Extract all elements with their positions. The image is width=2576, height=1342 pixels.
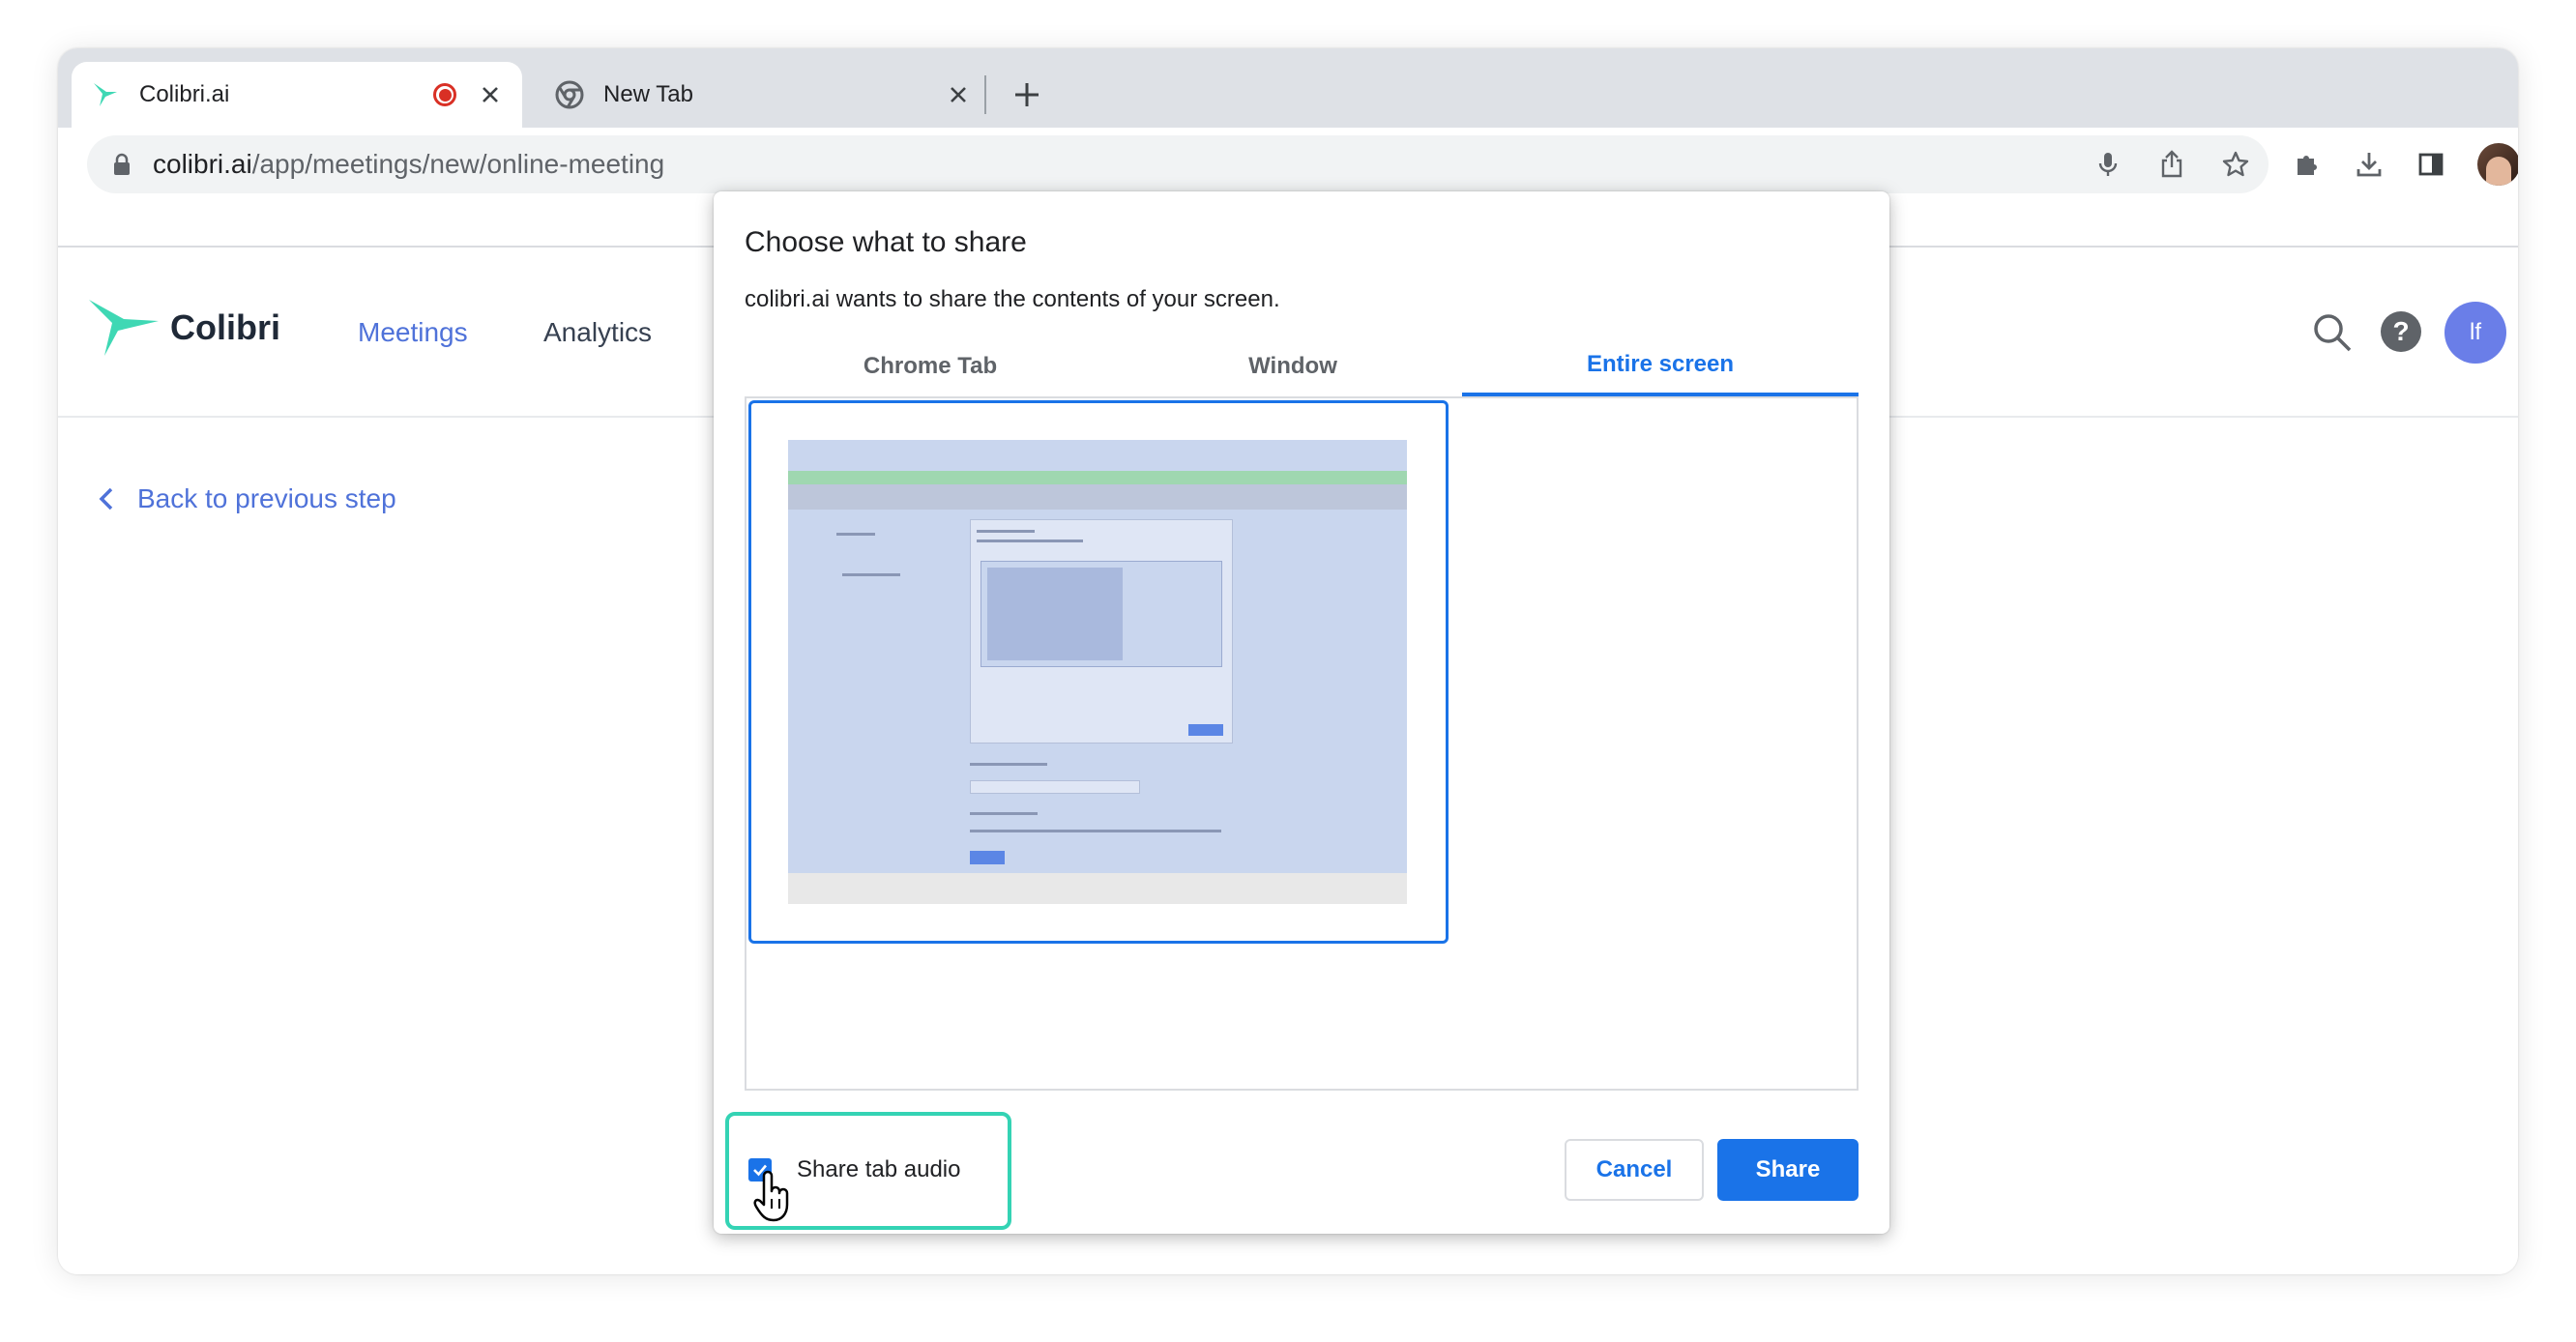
bookmark-star-icon[interactable]	[2220, 149, 2251, 180]
nav-analytics[interactable]: Analytics	[543, 317, 652, 348]
hummingbird-icon	[91, 80, 120, 109]
nav-meetings[interactable]: Meetings	[358, 317, 468, 348]
entire-screen-thumbnail[interactable]	[748, 400, 1449, 944]
share-screen-dialog: Choose what to share colibri.ai wants to…	[714, 191, 1889, 1234]
side-panel-icon[interactable]	[2415, 149, 2446, 180]
tab-window[interactable]: Window	[1116, 336, 1470, 396]
share-button[interactable]: Share	[1717, 1139, 1859, 1201]
tab-chrome-tab[interactable]: Chrome Tab	[745, 336, 1116, 396]
tab-entire-screen[interactable]: Entire screen	[1462, 336, 1859, 396]
dialog-subtitle: colibri.ai wants to share the contents o…	[745, 286, 1280, 312]
browser-tab-colibri[interactable]: Colibri.ai	[72, 62, 522, 128]
help-icon[interactable]: ?	[2381, 311, 2421, 352]
browser-tab-new-tab[interactable]: New Tab	[536, 62, 990, 128]
close-tab-icon[interactable]	[476, 80, 505, 109]
microphone-icon[interactable]	[2093, 149, 2123, 180]
back-to-previous-step-link[interactable]: Back to previous step	[97, 483, 396, 514]
plus-icon	[1015, 83, 1039, 106]
back-link-label: Back to previous step	[137, 483, 396, 513]
share-source-tabs: Chrome Tab Window Entire screen	[745, 336, 1859, 396]
screen-preview-image	[788, 440, 1407, 873]
chevron-left-icon	[97, 485, 124, 512]
search-icon[interactable]	[2311, 311, 2354, 359]
share-page-icon[interactable]	[2156, 149, 2187, 180]
user-avatar[interactable]: lf	[2444, 302, 2506, 364]
hummingbird-icon	[89, 300, 159, 356]
screen-source-list	[745, 396, 1859, 1091]
tab-title: New Tab	[603, 81, 693, 107]
close-tab-icon[interactable]	[944, 80, 973, 109]
dialog-title: Choose what to share	[745, 226, 1027, 258]
lock-icon[interactable]	[110, 153, 133, 176]
tab-title: Colibri.ai	[139, 81, 230, 107]
extensions-puzzle-icon[interactable]	[2292, 149, 2323, 180]
address-bar[interactable]: colibri.ai/app/meetings/new/online-meeti…	[87, 135, 2269, 193]
recording-icon	[433, 83, 456, 106]
tab-separator	[984, 75, 986, 114]
chrome-icon	[555, 80, 584, 109]
share-tab-audio-label[interactable]: Share tab audio	[797, 1156, 960, 1183]
url-text: colibri.ai/app/meetings/new/online-meeti…	[153, 149, 665, 179]
profile-avatar[interactable]	[2477, 143, 2518, 186]
new-tab-button[interactable]	[1006, 73, 1048, 116]
tab-strip: Colibri.ai New Tab	[58, 48, 2518, 128]
hand-pointer-cursor-icon	[750, 1170, 793, 1227]
cancel-button[interactable]: Cancel	[1565, 1139, 1704, 1201]
screen-preview	[788, 440, 1407, 904]
download-icon[interactable]	[2354, 149, 2385, 180]
colibri-logo[interactable]: Colibri	[87, 296, 280, 360]
